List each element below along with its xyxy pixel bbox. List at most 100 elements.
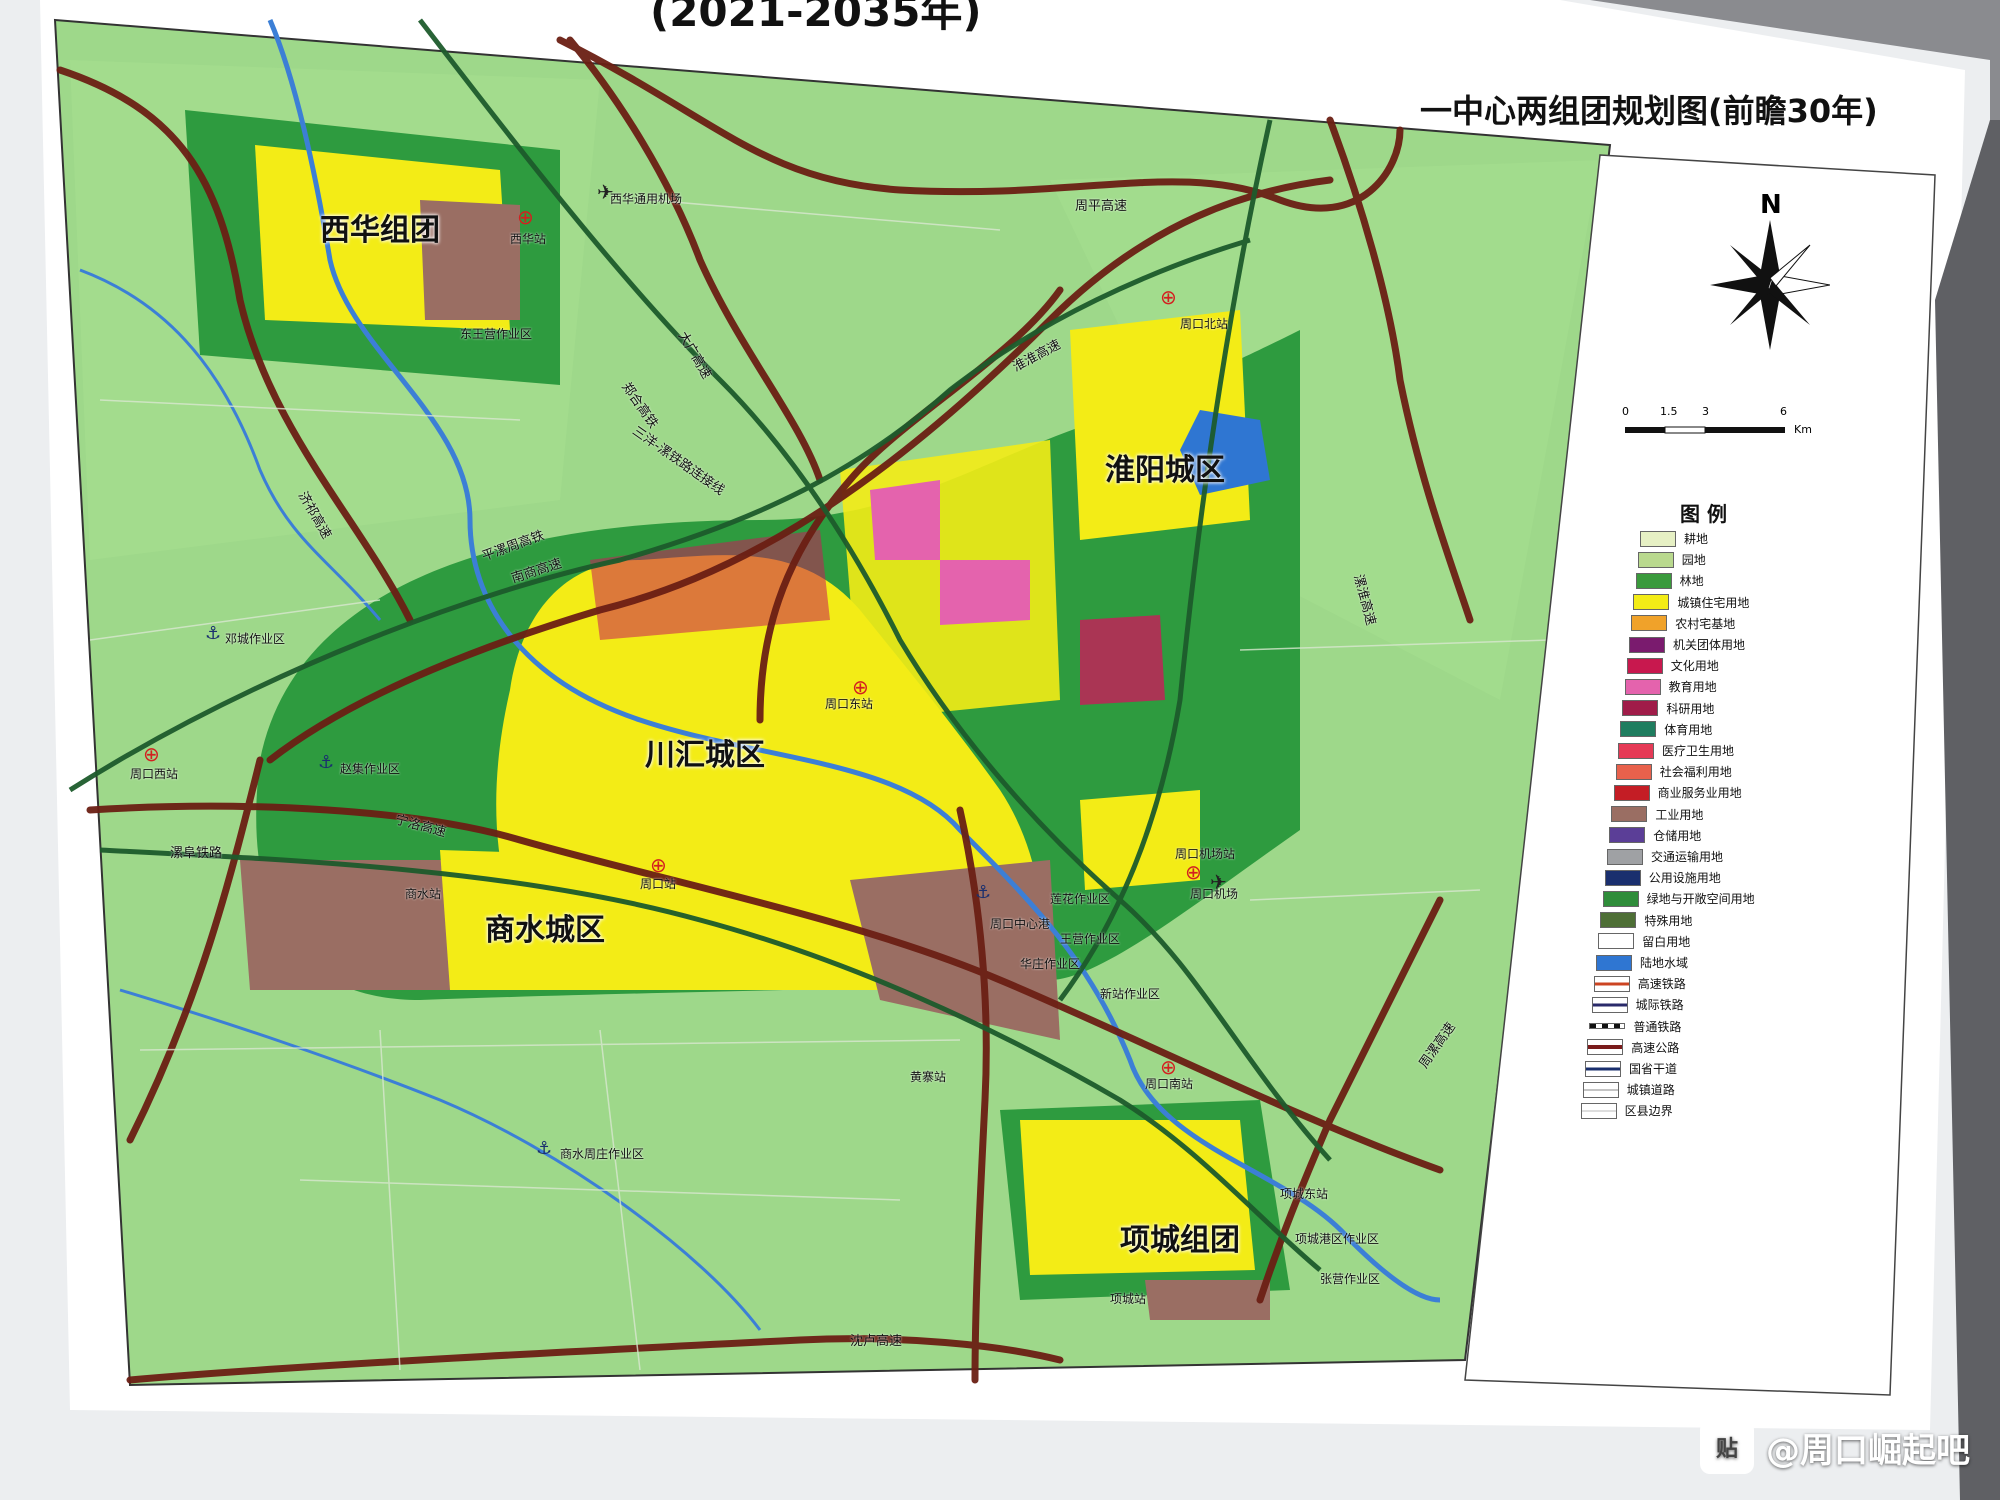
anchor-icon: ⚓ xyxy=(318,752,335,773)
legend-swatch xyxy=(1607,848,1643,865)
legend-label: 工业用地 xyxy=(1655,807,1704,822)
legend-label: 高速铁路 xyxy=(1637,977,1686,992)
legend-item: 商业服务业用地 xyxy=(1613,784,1742,801)
legend-swatch xyxy=(1620,721,1657,738)
legend-swatch xyxy=(1615,763,1652,780)
legend-label: 城镇住宅用地 xyxy=(1677,595,1750,610)
legend-item: 城镇道路 xyxy=(1582,1081,1675,1098)
station-icon: ⊕ xyxy=(1160,1055,1177,1079)
tieba-icon: 贴 xyxy=(1700,1420,1754,1474)
road-wulu: 沈卢高速 xyxy=(850,1334,903,1349)
legend-item: 绿地与开敞空间用地 xyxy=(1602,890,1755,907)
station-icon: ⊕ xyxy=(143,742,160,766)
place-huangzhai-station: 黄寨站 xyxy=(910,1070,947,1084)
legend-item: 区县边界 xyxy=(1580,1102,1673,1119)
legend-swatch xyxy=(1626,657,1663,674)
scale-unit: Km xyxy=(1794,423,1812,436)
legend-swatch xyxy=(1593,975,1630,992)
plan-period-title: (2021-2035年) xyxy=(650,0,982,36)
legend-item: 城镇住宅用地 xyxy=(1633,594,1749,611)
district-chuanhui: 川汇城区 xyxy=(645,738,765,773)
legend-swatch xyxy=(1613,784,1650,801)
legend-label: 绿地与开敞空间用地 xyxy=(1646,892,1755,907)
legend-item: 工业用地 xyxy=(1611,806,1703,823)
legend-item: 普通铁路 xyxy=(1589,1018,1681,1035)
legend-label: 特殊用地 xyxy=(1644,913,1693,928)
place-zhangying-port: 张营作业区 xyxy=(1320,1272,1381,1286)
place-zhoukou-west: 周口西站 xyxy=(130,767,179,781)
anchor-icon: ⚓ xyxy=(536,1138,553,1159)
place-zhoukou-airport-station: 周口机场站 xyxy=(1175,847,1236,861)
legend-label: 医疗卫生用地 xyxy=(1662,744,1735,758)
place-xiangcheng-east: 项城东站 xyxy=(1280,1187,1329,1201)
legend-swatch xyxy=(1585,1060,1621,1077)
legend-label: 体育用地 xyxy=(1664,722,1713,737)
legend-swatch xyxy=(1609,827,1646,844)
legend-item: 园地 xyxy=(1637,551,1706,568)
legend-title: 图 例 xyxy=(1680,502,1727,526)
legend-swatch xyxy=(1631,615,1668,632)
legend-swatch xyxy=(1633,594,1670,611)
legend-item: 耕地 xyxy=(1640,530,1708,547)
watermark-text: @周口崛起吧 xyxy=(1766,1430,1970,1471)
place-xinzhan: 新站作业区 xyxy=(1100,987,1161,1001)
legend-label: 耕地 xyxy=(1684,532,1709,546)
legend-item: 社会福利用地 xyxy=(1615,763,1732,780)
legend-label: 教育用地 xyxy=(1668,680,1717,695)
legend-item: 农村宅基地 xyxy=(1631,615,1735,632)
place-xihua-station: 西华站 xyxy=(510,232,547,246)
legend-label: 林地 xyxy=(1679,574,1704,589)
station-icon: ⊕ xyxy=(1160,285,1177,309)
legend-item: 教育用地 xyxy=(1624,678,1717,695)
place-zhoukou-station: 周口站 xyxy=(640,877,677,891)
legend-item: 科研用地 xyxy=(1622,700,1714,717)
legend-swatch xyxy=(1618,742,1654,759)
district-shangshui: 商水城区 xyxy=(485,913,605,948)
compass-rose-icon xyxy=(1710,220,1830,350)
legend-label: 公用设施用地 xyxy=(1648,871,1721,886)
legend-item: 公用设施用地 xyxy=(1604,869,1721,886)
legend-label: 文化用地 xyxy=(1670,659,1719,674)
legend-item: 高速公路 xyxy=(1587,1039,1679,1056)
legend-item: 特殊用地 xyxy=(1600,912,1692,929)
station-icon: ⊕ xyxy=(517,205,534,229)
legend-swatch xyxy=(1587,1039,1624,1056)
legend-item: 交通运输用地 xyxy=(1607,848,1723,865)
place-dongwangying: 东王营作业区 xyxy=(460,327,533,341)
legend-swatch xyxy=(1591,996,1628,1013)
station-icon: ⊕ xyxy=(650,853,667,877)
scale-tick-0: 0 xyxy=(1622,405,1629,418)
legend-item: 城际铁路 xyxy=(1591,996,1684,1013)
legend-label: 机关团体用地 xyxy=(1673,638,1746,652)
legend-swatch xyxy=(1602,890,1639,907)
scale-tick-1: 1.5 xyxy=(1660,405,1678,418)
legend-item: 国省干道 xyxy=(1585,1060,1677,1077)
district-huaiyang: 淮阳城区 xyxy=(1105,453,1225,488)
legend-item: 机关团体用地 xyxy=(1629,636,1745,653)
legend-label: 交通运输用地 xyxy=(1651,850,1724,864)
legend-item: 陆地水域 xyxy=(1596,954,1688,971)
legend-swatch xyxy=(1604,869,1641,886)
district-xiangcheng: 项城组团 xyxy=(1120,1223,1240,1258)
place-huafeng: 华庄作业区 xyxy=(1020,957,1081,971)
legend-label: 仓储用地 xyxy=(1653,828,1702,843)
place-xiangcheng-port: 项城港区作业区 xyxy=(1295,1232,1380,1246)
anchor-icon: ⚓ xyxy=(975,882,992,903)
place-zhoukou-north: 周口北站 xyxy=(1180,317,1229,331)
legend-swatch xyxy=(1589,1023,1626,1030)
station-icon: ⊕ xyxy=(852,675,869,699)
legend-swatch xyxy=(1596,954,1632,971)
place-xihua-airport: 西华通用机场 xyxy=(610,192,683,206)
legend-item: 仓储用地 xyxy=(1609,827,1701,844)
place-xiangcheng-station: 项城站 xyxy=(1110,1292,1147,1306)
airport-icon: ✈ xyxy=(1210,870,1227,894)
legend-swatch xyxy=(1580,1102,1617,1119)
legend-label: 商业服务业用地 xyxy=(1657,786,1742,801)
legend-swatch xyxy=(1629,636,1665,653)
legend-label: 农村宅基地 xyxy=(1675,616,1736,631)
legend-item: 留白用地 xyxy=(1598,933,1690,950)
legend-label: 城际铁路 xyxy=(1635,998,1684,1013)
legend-swatch xyxy=(1624,678,1661,695)
legend-swatch xyxy=(1635,572,1672,589)
scale-tick-3: 6 xyxy=(1780,405,1787,418)
